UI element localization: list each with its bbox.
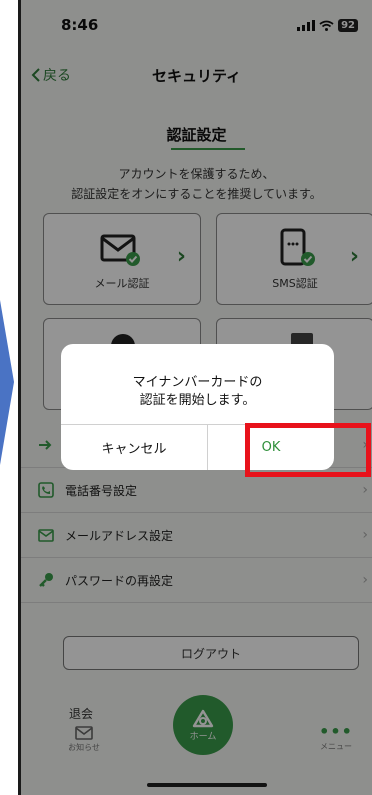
screenshot-stage: 8:46 92 戻る セキュリティ 認証設定 アカウントを保護するため、 認証設…: [0, 0, 372, 795]
dialog-message: マイナンバーカードの 認証を開始します。: [61, 374, 334, 410]
dialog-message-line-2: 認証を開始します。: [139, 393, 256, 408]
annotation-arrow-graphic: [0, 300, 14, 465]
ok-highlight-box: [245, 423, 371, 477]
cancel-button[interactable]: キャンセル: [61, 424, 207, 470]
dialog-message-line-1: マイナンバーカードの: [132, 375, 263, 390]
phone-screen: 8:46 92 戻る セキュリティ 認証設定 アカウントを保護するため、 認証設…: [18, 0, 372, 795]
